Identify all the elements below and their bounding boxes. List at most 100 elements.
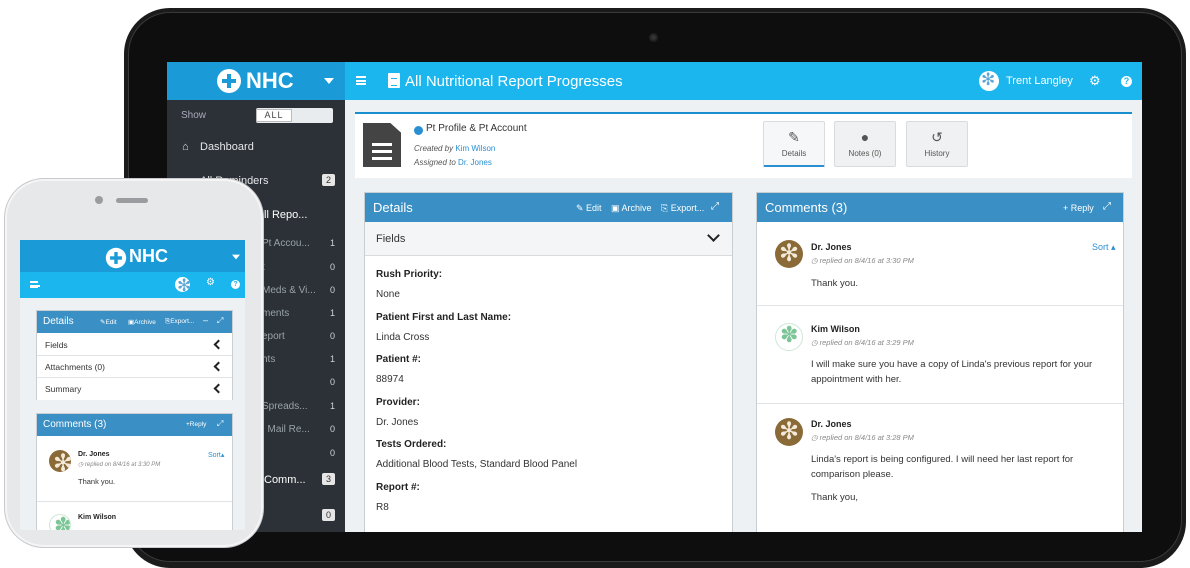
reply-label: Reply bbox=[1070, 203, 1094, 213]
brand-header[interactable]: NHC bbox=[167, 62, 345, 100]
gear-icon[interactable]: ⚙ bbox=[206, 277, 215, 288]
comment-item: Kim Wilson bbox=[37, 502, 232, 530]
comment-text: Thank you. bbox=[811, 278, 858, 289]
comment-time: ◷ replied on 8/4/16 at 3:30 PM bbox=[811, 256, 914, 265]
assigned-to-link[interactable]: Dr. Jones bbox=[458, 158, 492, 167]
comment-author: Dr. Jones bbox=[78, 451, 110, 458]
top-bar: All Nutritional Report Progresses Trent … bbox=[345, 62, 1142, 100]
sidebar-item-label: Pt Accou... bbox=[262, 238, 310, 249]
avatar bbox=[775, 323, 803, 351]
phone-top-bar: ⚙ ? bbox=[20, 272, 245, 298]
page-title: All Nutritional Report Progresses bbox=[405, 73, 623, 90]
row-label: Summary bbox=[45, 384, 82, 394]
reply-button[interactable]: +Reply bbox=[186, 421, 206, 428]
reminders-count-badge: 2 bbox=[321, 174, 335, 186]
collapse-icon[interactable]: – bbox=[203, 315, 208, 325]
brand-dropdown-icon[interactable] bbox=[232, 254, 240, 260]
sort-label: Sort bbox=[208, 452, 221, 459]
field-value: Additional Blood Tests, Standard Blood P… bbox=[376, 459, 578, 470]
sidebar-item-label: ; Mail Re... bbox=[262, 424, 310, 435]
reply-label: Reply bbox=[189, 421, 207, 428]
fields-section-toggle[interactable]: Fields bbox=[365, 222, 732, 256]
brand-name: NHC bbox=[129, 246, 168, 266]
avatar bbox=[775, 418, 803, 446]
reply-button[interactable]: + Reply bbox=[1063, 203, 1094, 213]
tab-details[interactable]: ✎ Details bbox=[763, 121, 825, 167]
tablet-screen: NHC Show ALL ⌂ Dashboard ◷ All Reminders… bbox=[167, 62, 1142, 532]
details-title: Details bbox=[43, 316, 74, 327]
edit-button[interactable]: ✎ Edit bbox=[576, 203, 602, 214]
avatar bbox=[775, 240, 803, 268]
user-name[interactable]: Trent Langley bbox=[1006, 75, 1073, 87]
comment-time: ◷ replied on 8/4/16 at 3:30 PM bbox=[78, 462, 161, 468]
sort-label: Sort bbox=[1092, 242, 1109, 252]
row-label: Attachments (0) bbox=[45, 362, 105, 372]
expand-icon[interactable]: ⤢ bbox=[1103, 201, 1111, 212]
field-value: 88974 bbox=[376, 374, 404, 385]
comments-panel: Comments (3) + Reply ⤢ Dr. Jones ◷ repli… bbox=[756, 192, 1124, 532]
home-icon: ⌂ bbox=[182, 141, 189, 153]
phone-row-summary[interactable]: Summary bbox=[37, 378, 232, 400]
comment-author: Dr. Jones bbox=[811, 419, 852, 429]
help-icon[interactable]: ? bbox=[1121, 76, 1132, 87]
sort-button[interactable]: Sort ▴ bbox=[1092, 242, 1116, 253]
user-avatar[interactable] bbox=[979, 71, 999, 91]
record-title: Pt Profile & Pt Account bbox=[426, 123, 527, 134]
tab-label: History bbox=[924, 149, 950, 158]
status-dot bbox=[414, 126, 423, 135]
brand-dropdown-icon[interactable] bbox=[324, 78, 334, 84]
comments-title: Comments (3) bbox=[765, 200, 848, 215]
show-label: Show bbox=[181, 110, 207, 121]
export-button[interactable]: ⎘Export... bbox=[165, 318, 194, 326]
export-button[interactable]: ⎘ Export... bbox=[661, 203, 704, 214]
menu-icon[interactable] bbox=[356, 76, 366, 85]
phone-comments-header: Comments (3) +Reply ⤢ bbox=[37, 414, 232, 436]
expand-icon[interactable]: ⤢ bbox=[217, 419, 223, 429]
sidebar-item-label: ll Repo... bbox=[264, 209, 308, 221]
tab-label: Notes (0) bbox=[848, 149, 882, 158]
sort-button[interactable]: Sort▴ bbox=[208, 451, 224, 459]
field-value: Linda Cross bbox=[376, 332, 430, 343]
tablet-camera bbox=[649, 33, 658, 42]
comment-author: Dr. Jones bbox=[811, 242, 852, 252]
details-panel: Details ✎ Edit ▣ Archive ⎘ Export... ⤢ F… bbox=[364, 192, 733, 532]
expand-icon[interactable]: ⤢ bbox=[711, 201, 719, 212]
sidebar-item-count: 0 bbox=[329, 377, 335, 387]
phone-row-fields[interactable]: Fields bbox=[37, 334, 232, 356]
phone-row-attachments[interactable]: Attachments (0) bbox=[37, 356, 232, 378]
document-icon bbox=[388, 73, 400, 88]
field-label: Patient #: bbox=[376, 354, 422, 365]
tab-history[interactable]: ↺ History bbox=[906, 121, 968, 167]
comment-time-text: replied on 8/4/16 at 3:29 PM bbox=[819, 338, 914, 347]
edit-label: Edit bbox=[586, 203, 602, 213]
comments-count-badge: 3 bbox=[321, 473, 335, 485]
sidebar-item-count: 0 bbox=[329, 424, 335, 434]
show-all-toggle[interactable]: ALL bbox=[256, 108, 333, 123]
field-value: R8 bbox=[376, 502, 389, 513]
edit-button[interactable]: ✎Edit bbox=[100, 318, 117, 326]
nhc-logo-icon bbox=[217, 69, 241, 93]
expand-icon[interactable]: ⤢ bbox=[217, 316, 223, 326]
tab-notes[interactable]: ● Notes (0) bbox=[834, 121, 896, 167]
sidebar-item-count: 1 bbox=[329, 238, 335, 248]
comments-panel-header: Comments (3) + Reply ⤢ bbox=[757, 193, 1123, 222]
field-value: None bbox=[376, 289, 400, 300]
menu-icon[interactable] bbox=[30, 281, 40, 288]
sidebar-item-dashboard[interactable]: ⌂ Dashboard bbox=[167, 133, 345, 161]
comment-time-text: replied on 8/4/16 at 3:30 PM bbox=[819, 256, 914, 265]
phone-details-header: Details ✎Edit ▣Archive ⎘Export... – ⤢ bbox=[37, 311, 232, 333]
created-by-link[interactable]: Kim Wilson bbox=[455, 144, 495, 153]
phone-speaker bbox=[116, 198, 148, 203]
comment-time-text: replied on 8/4/16 at 3:30 PM bbox=[84, 462, 161, 468]
sidebar-item-label: Meds & Vi... bbox=[262, 285, 316, 296]
comment-item: Dr. Jones ◷ replied on 8/4/16 at 3:30 PM… bbox=[757, 222, 1123, 306]
created-by-prefix: Created by bbox=[414, 144, 454, 153]
help-icon[interactable]: ? bbox=[231, 280, 240, 289]
chevron-left-icon bbox=[213, 361, 224, 372]
phone-brand-header[interactable]: NHC bbox=[20, 240, 245, 272]
gear-icon[interactable]: ⚙ bbox=[1089, 73, 1101, 89]
export-label: Export... bbox=[670, 203, 705, 213]
user-avatar[interactable] bbox=[175, 277, 190, 292]
archive-button[interactable]: ▣Archive bbox=[128, 318, 156, 326]
archive-button[interactable]: ▣ Archive bbox=[611, 203, 652, 214]
